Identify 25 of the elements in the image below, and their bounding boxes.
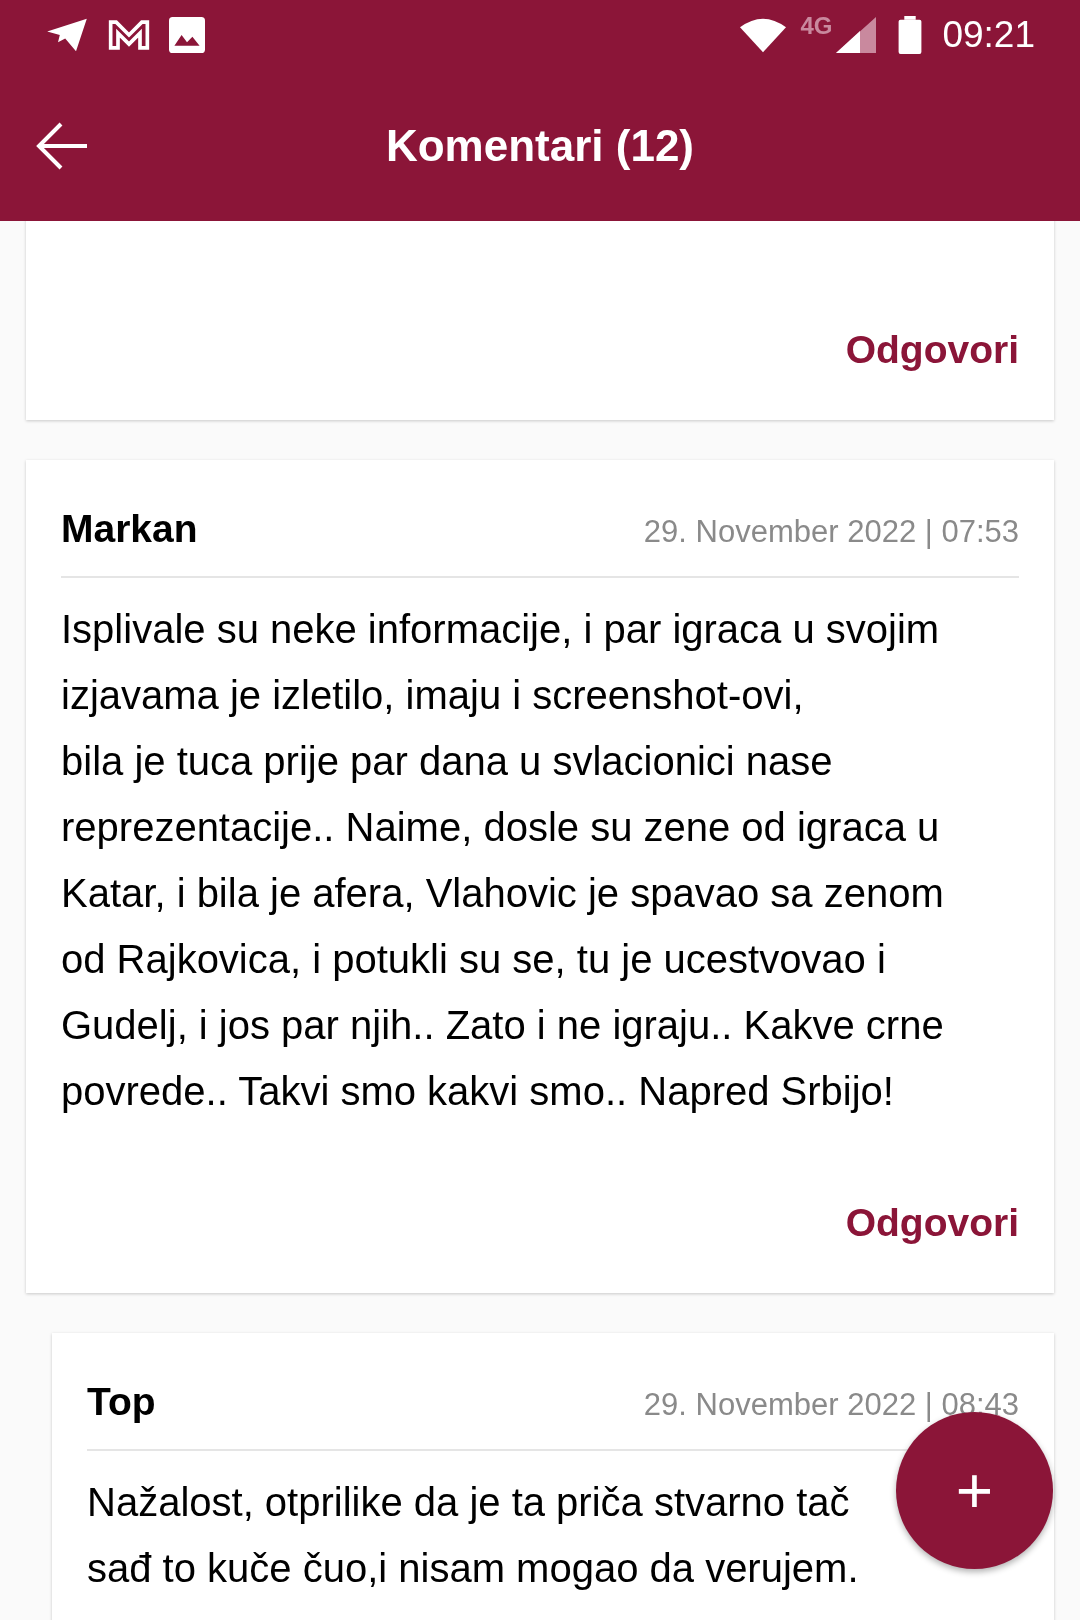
author-name: Markan [61,505,198,552]
battery-icon [898,16,923,54]
page-title: Komentari (12) [385,119,695,172]
comment-text: reprezentacije.. Naime, dosle su zene od igraca u [61,804,940,851]
comment-text: izjavama je izletilo, imaju i screenshot-ovi, [61,672,804,719]
comment-text: Katar, i bila je afera, Vlahovic je spavao sa zenom [61,870,944,917]
network-type: 4G [800,11,833,41]
image-icon [169,17,205,53]
wifi-icon [740,17,787,53]
comment-text: povrede.. Takvi smo kakvi smo.. Napred Srbijo! [61,1068,894,1115]
signal-icon [836,17,877,53]
clock: 09:21 [942,13,1035,58]
mail-icon [107,18,151,52]
comment-text: Isplivale su neke informacije, i par igraca u svojim [61,606,940,653]
comment-date: 29. November 2022 | 07:53 [643,512,1019,551]
reply-link[interactable]: Odgovori [845,321,1019,380]
comment-text: sađ to kuče čuo,i nisam mogao da verujem. [87,1545,859,1592]
comment-text: bila je tuca prije par dana u svlacionici nase [61,738,833,785]
back-arrow-icon [35,120,89,171]
reply-link[interactable]: Odgovori [845,1194,1019,1253]
comment-text: od Rajkovica, i potukli su se, tu je ucestvovao i [61,936,886,983]
comment-text: Nažalost, otprilike da je ta priča stvarno tač [87,1479,850,1526]
comment-text: Gudelj, i jos par njih.. Zato i ne igraju.. Kakve crne [61,1002,944,1049]
author-name: Top [87,1378,156,1425]
send-icon [45,17,89,53]
